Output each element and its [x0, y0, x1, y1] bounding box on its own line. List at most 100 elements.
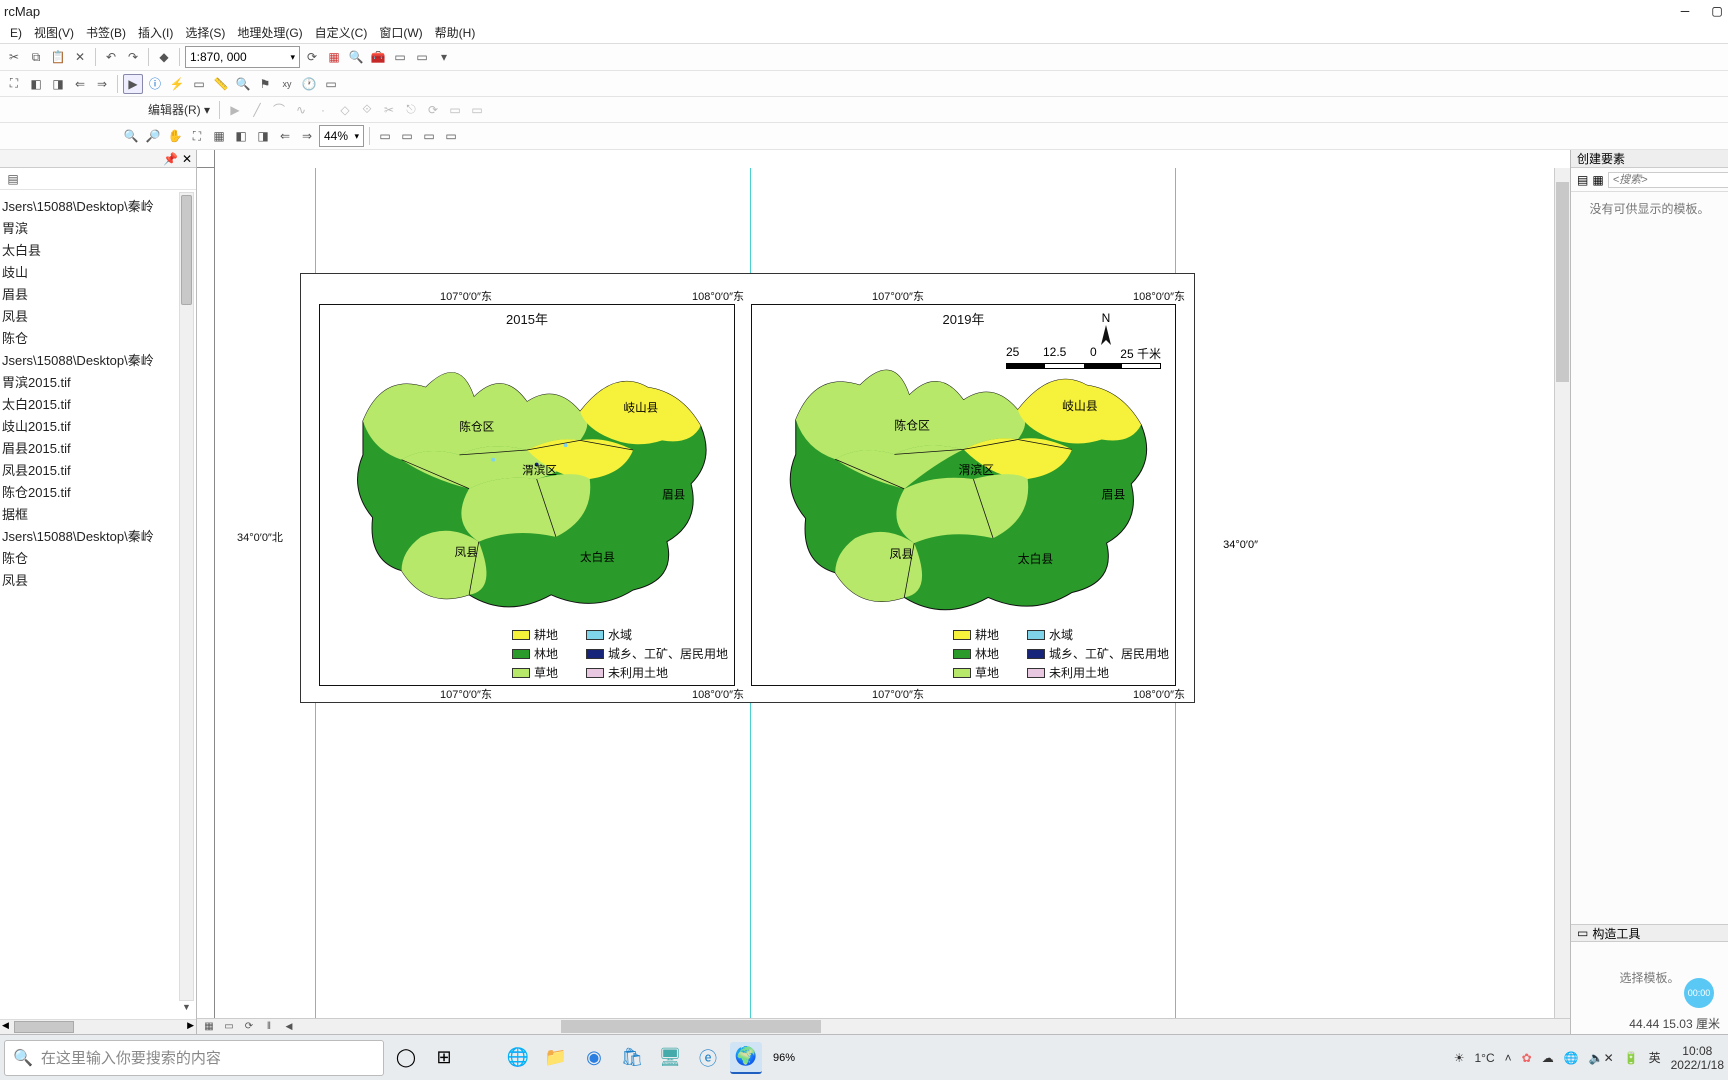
layout-canvas[interactable]: 107°0′0″东 108°0′0″东 2015年: [215, 168, 1554, 1018]
toc-scrollbar[interactable]: ▲ ▼: [179, 192, 194, 1001]
full-extent-icon[interactable]: ⛶: [4, 74, 24, 94]
tray-onedrive-icon[interactable]: ☁: [1542, 1051, 1554, 1065]
weather-temp[interactable]: 1°C: [1474, 1051, 1494, 1065]
menu-help[interactable]: 帮助(H): [429, 22, 482, 43]
data-view-icon[interactable]: ▦: [201, 1020, 217, 1034]
toc-close-icon[interactable]: ✕: [182, 152, 192, 166]
select-elements-icon[interactable]: ▶: [123, 74, 143, 94]
python-icon[interactable]: ▭: [390, 47, 410, 67]
edit-vertices-icon[interactable]: ◇: [335, 100, 355, 120]
identify-icon[interactable]: ⓘ: [145, 74, 165, 94]
dds-toolbar-icon[interactable]: ▭: [441, 126, 461, 146]
edit-cut-icon[interactable]: ✂: [379, 100, 399, 120]
prev-extent-icon[interactable]: ⇐: [70, 74, 90, 94]
weather-icon[interactable]: ☀: [1454, 1051, 1465, 1065]
minimize-button[interactable]: ─: [1678, 4, 1692, 18]
layout-back-icon[interactable]: ⇐: [275, 126, 295, 146]
fixed-zoomin-icon[interactable]: ◧: [26, 74, 46, 94]
change-layout-icon[interactable]: ▭: [419, 126, 439, 146]
measure-icon[interactable]: 📏: [211, 74, 231, 94]
toc-tree[interactable]: Jsers\15088\Desktop\秦岭 胃滨 太白县 歧山 眉县 凤县 陈…: [0, 190, 196, 598]
store-icon[interactable]: 🛍: [616, 1042, 648, 1074]
scale-input[interactable]: 1:870, 000▾: [185, 46, 300, 68]
edit-split-icon[interactable]: ⎋: [401, 100, 421, 120]
layout-fixedin-icon[interactable]: ◧: [231, 126, 251, 146]
layout-view-icon[interactable]: ▭: [221, 1020, 237, 1034]
dataframe-2015[interactable]: 107°0′0″东 108°0′0″东 2015年: [319, 304, 735, 686]
redo-icon[interactable]: ↷: [123, 47, 143, 67]
pause-drawing-icon[interactable]: ‖: [261, 1020, 277, 1034]
edit-arc-icon[interactable]: ⌒: [269, 100, 289, 120]
task-view-icon[interactable]: ⊞: [428, 1042, 460, 1074]
tray-globe-icon[interactable]: 🌐: [1564, 1051, 1579, 1065]
battery-widget-icon[interactable]: 96%: [768, 1042, 800, 1074]
menu-file[interactable]: E): [4, 24, 28, 42]
cut-icon[interactable]: ✂: [4, 47, 24, 67]
refresh-view-icon[interactable]: ⟳: [241, 1020, 257, 1034]
tray-battery-icon[interactable]: 🔋: [1624, 1051, 1639, 1065]
desktop-icon[interactable]: 🖥: [654, 1042, 686, 1074]
layout-zoom-input[interactable]: 44%▾: [319, 125, 364, 147]
toc-list-by-drawing-icon[interactable]: ▤: [4, 170, 22, 188]
tray-chevron-icon[interactable]: ˄: [1505, 1051, 1512, 1065]
taskbar-clock[interactable]: 10:08 2022/1/18: [1671, 1044, 1724, 1072]
timer-badge[interactable]: 00:00: [1684, 978, 1714, 1008]
modelbuilder-icon[interactable]: ▭: [412, 47, 432, 67]
refresh-icon[interactable]: ⟳: [302, 47, 322, 67]
focus-df-icon[interactable]: ▭: [397, 126, 417, 146]
html-popup-icon[interactable]: ▭: [189, 74, 209, 94]
taskbar-search[interactable]: 🔍 在这里输入你要搜索的内容: [4, 1040, 384, 1076]
delete-icon[interactable]: ✕: [70, 47, 90, 67]
viewer-icon[interactable]: ▭: [321, 74, 341, 94]
undo-icon[interactable]: ↶: [101, 47, 121, 67]
arcmap-taskbar-icon[interactable]: 🌍: [730, 1042, 762, 1074]
layout-fixedout-icon[interactable]: ◨: [253, 126, 273, 146]
edit-reshape-icon[interactable]: ⟐: [357, 100, 377, 120]
more-icon[interactable]: ▾: [434, 47, 454, 67]
paste-icon[interactable]: 📋: [48, 47, 68, 67]
menu-view[interactable]: 视图(V): [28, 22, 80, 43]
layout-wholepage-icon[interactable]: ⛶: [187, 126, 207, 146]
menu-customize[interactable]: 自定义(C): [309, 22, 374, 43]
edit-trace-icon[interactable]: ∿: [291, 100, 311, 120]
canvas-vscrollbar[interactable]: [1554, 168, 1570, 1018]
next-extent-icon[interactable]: ⇒: [92, 74, 112, 94]
menu-insert[interactable]: 插入(I): [132, 22, 179, 43]
goto-xy-icon[interactable]: xy: [277, 74, 297, 94]
edge-icon[interactable]: 🌐: [502, 1042, 534, 1074]
find-icon[interactable]: 🔍: [233, 74, 253, 94]
ie-icon[interactable]: ⓔ: [692, 1042, 724, 1074]
add-data-icon[interactable]: ◆: [154, 47, 174, 67]
edit-attributes-icon[interactable]: ▭: [445, 100, 465, 120]
menu-selection[interactable]: 选择(S): [179, 22, 231, 43]
edit-tool-icon[interactable]: ▶: [225, 100, 245, 120]
search-filter-icon[interactable]: ▤: [1577, 173, 1588, 187]
edit-straight-icon[interactable]: ╱: [247, 100, 267, 120]
tray-app-icon[interactable]: ✿: [1522, 1051, 1532, 1065]
tray-volume-icon[interactable]: 🔈✕: [1589, 1051, 1614, 1065]
toc-hscrollbar[interactable]: ◀ ▶: [0, 1019, 196, 1034]
toc-pin-icon[interactable]: 📌: [163, 152, 178, 166]
toolbox-icon[interactable]: 🧰: [368, 47, 388, 67]
layout-zoomout-icon[interactable]: 🔎: [143, 126, 163, 146]
catalog-icon[interactable]: ▦: [324, 47, 344, 67]
explorer-icon[interactable]: 📁: [540, 1042, 572, 1074]
edit-sketch-icon[interactable]: ▭: [467, 100, 487, 120]
canvas-hscrollbar[interactable]: [301, 1019, 1570, 1034]
menu-windows[interactable]: 窗口(W): [373, 22, 428, 43]
menu-bookmarks[interactable]: 书签(B): [80, 22, 132, 43]
findroute-icon[interactable]: ⚑: [255, 74, 275, 94]
editor-dropdown[interactable]: 编辑器(R) ▾: [144, 101, 214, 118]
edit-point-icon[interactable]: ·: [313, 100, 333, 120]
layout-zoomin-icon[interactable]: 🔍: [121, 126, 141, 146]
layout-pan-icon[interactable]: ✋: [165, 126, 185, 146]
tray-ime-icon[interactable]: 英: [1649, 1049, 1661, 1066]
fixed-zoomout-icon[interactable]: ◨: [48, 74, 68, 94]
search-icon[interactable]: 🔍: [346, 47, 366, 67]
edit-rotate-icon[interactable]: ⟳: [423, 100, 443, 120]
maximize-button[interactable]: ▢: [1710, 4, 1724, 18]
template-search-input[interactable]: [1608, 172, 1728, 188]
cortana-icon[interactable]: ◯: [390, 1042, 422, 1074]
hyperlink-icon[interactable]: ⚡: [167, 74, 187, 94]
time-slider-icon[interactable]: 🕐: [299, 74, 319, 94]
